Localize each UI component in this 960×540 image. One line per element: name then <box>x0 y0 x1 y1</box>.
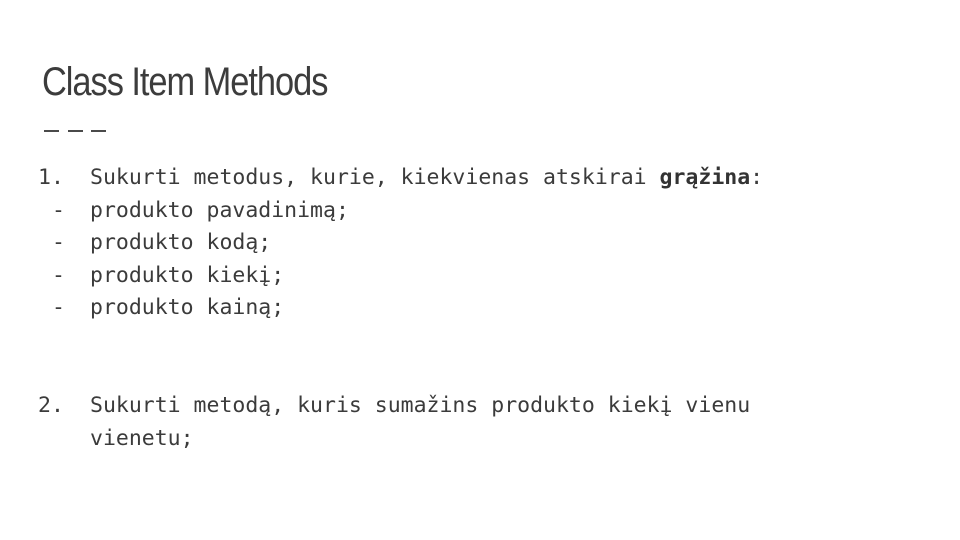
sub-item-price: - produkto kainą; <box>38 292 918 325</box>
slide: Class Item Methods 1. Sukurti metodus, k… <box>0 0 960 540</box>
item-1-suffix: : <box>750 165 764 190</box>
list-item-1: 1. Sukurti metodus, kurie, kiekvienas at… <box>38 162 918 195</box>
sub-item-dash: - <box>52 197 65 223</box>
sub-item-name: - produkto pavadinimą; <box>38 195 918 228</box>
sub-item-quantity: - produkto kiekį; <box>38 260 918 293</box>
list-item-2-continuation: vienetu; <box>38 423 918 456</box>
sub-item-dash: - <box>52 295 65 321</box>
continuation-indent <box>38 423 90 456</box>
list-item-2-line-2: vienetu; <box>90 425 194 451</box>
item-1-emphasis: grąžina <box>659 165 751 190</box>
slide-body: 1. Sukurti metodus, kurie, kiekvienas at… <box>38 162 918 455</box>
underline-dash <box>44 130 59 132</box>
sub-item-dash: - <box>52 230 65 256</box>
list-item-1-text: Sukurti metodus, kurie, kiekvienas atski… <box>90 162 763 195</box>
sub-item-text: produkto kiekį; <box>90 262 285 288</box>
underline-dash <box>91 130 106 132</box>
sub-item-text: produkto kodą; <box>90 230 272 256</box>
sub-item-dash: - <box>52 262 65 288</box>
sub-item-text: produkto pavadinimą; <box>90 197 349 223</box>
list-number-1: 1. <box>38 165 64 190</box>
underline-dash <box>67 130 83 132</box>
list-item-2: 2. Sukurti metodą, kuris sumažins produk… <box>38 390 918 423</box>
list-item-2-line-1: Sukurti metodą, kuris sumažins produkto … <box>90 392 751 418</box>
sub-item-code: - produkto kodą; <box>38 227 918 260</box>
title-underline <box>44 130 106 132</box>
slide-title: Class Item Methods <box>42 60 328 104</box>
item-1-prefix: Sukurti metodus, kurie, kiekvienas atski… <box>90 165 660 190</box>
sub-item-text: produkto kainą; <box>90 295 285 321</box>
list-number-2: 2. <box>38 392 64 418</box>
